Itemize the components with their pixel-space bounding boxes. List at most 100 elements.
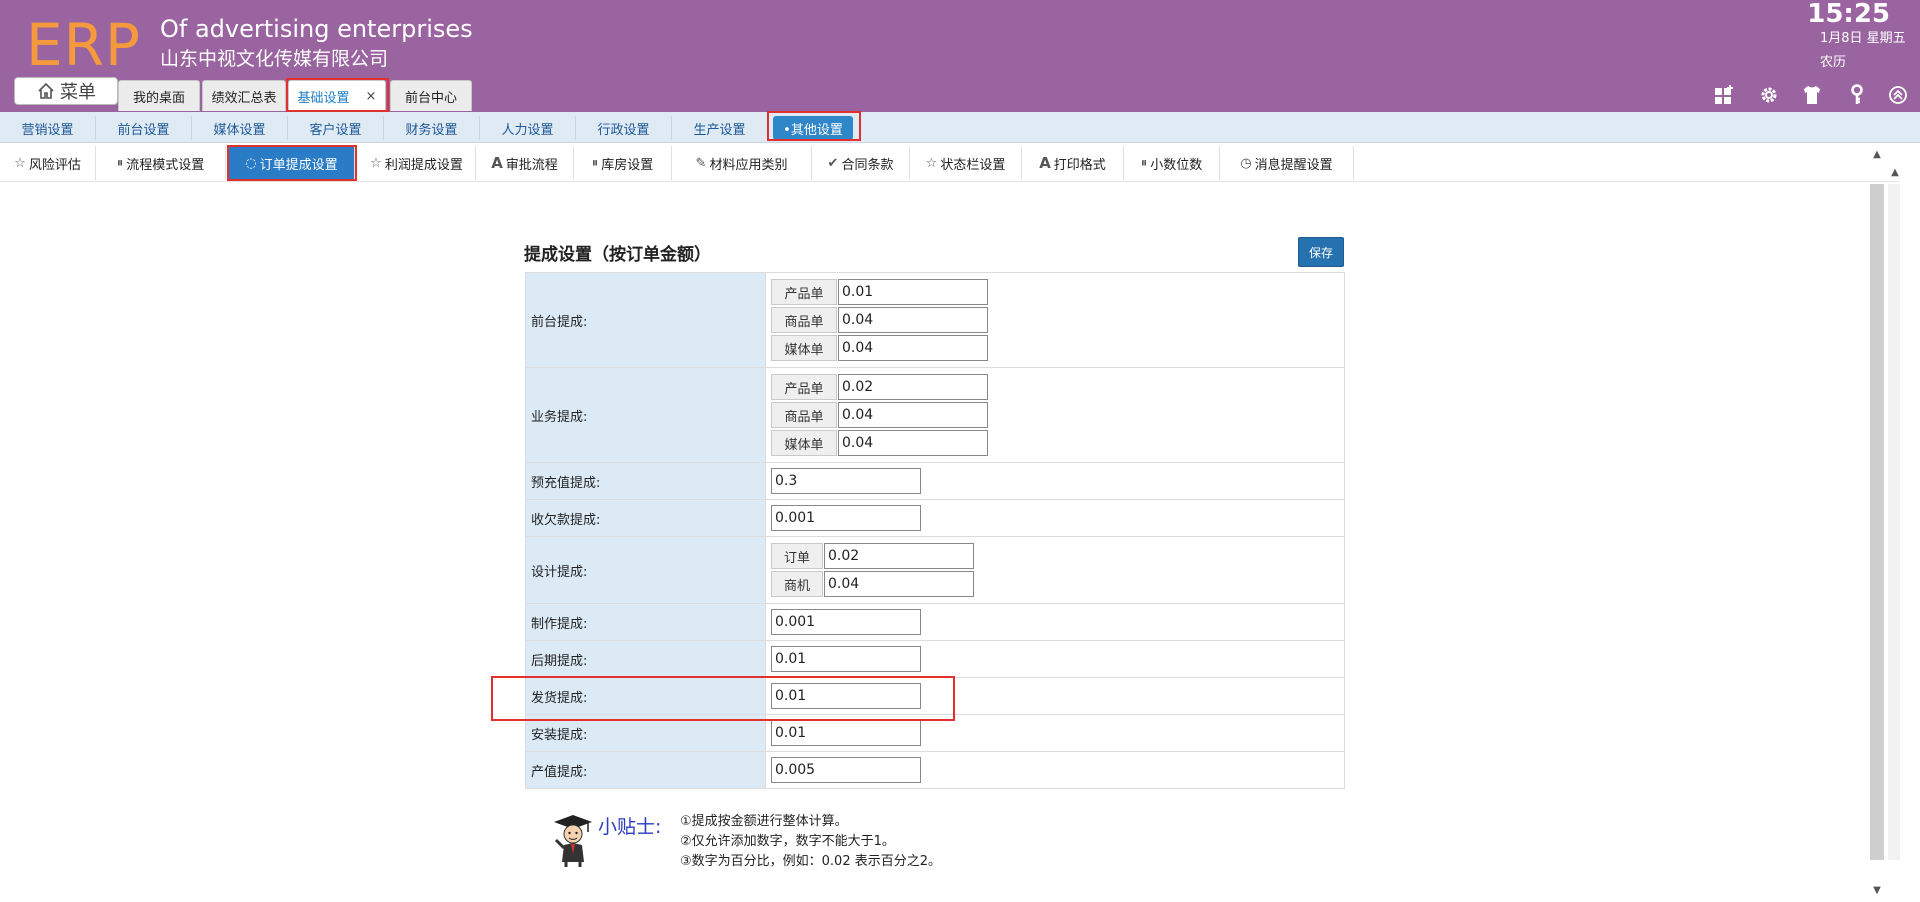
tab-label: 前台中心 [404, 90, 457, 106]
nav-finance-settings[interactable]: 财务设置 [384, 116, 480, 140]
settings-category-nav: 营销设置 前台设置 媒体设置 客户设置 财务设置 人力设置 行政设置 生产设置 … [0, 111, 1920, 143]
subnav-contract-terms[interactable]: ✔ 合同条款 [812, 146, 910, 180]
tab-label: 绩效汇总表 [211, 90, 277, 106]
row-label: 前台提成: [525, 272, 766, 368]
business-goods-input[interactable] [838, 402, 988, 428]
subnav-label: 审批流程 [505, 157, 558, 173]
nav-other-settings[interactable]: •其他设置 [773, 116, 853, 140]
subnav-process-mode-settings[interactable]: ⏸ 流程模式设置 [96, 146, 226, 180]
subnav-label: 小数位数 [1150, 157, 1203, 173]
collapse-up-icon[interactable] [1887, 84, 1909, 106]
shirt-icon[interactable] [1801, 84, 1823, 106]
home-icon [38, 82, 54, 99]
other-settings-subnav: ☆ 风险评估 ⏸ 流程模式设置 ◌ 订单提成设置 ☆ 利润提成设置 A 审批流程 ⏸ 库房设… [0, 144, 1900, 182]
nav-front-desk-settings[interactable]: 前台设置 [96, 116, 192, 140]
post-input[interactable] [771, 646, 921, 672]
scrollbar-thumb[interactable] [1870, 184, 1884, 860]
nav-marketing-settings[interactable]: 营销设置 [0, 116, 96, 140]
lunar-calendar-link[interactable]: 农历 [1820, 54, 1846, 72]
subnav-decimal-places[interactable]: ⏸ 小数位数 [1124, 146, 1220, 180]
install-input[interactable] [771, 720, 921, 746]
tip-line: ②仅允许添加数字，数字不能大于1。 [680, 834, 895, 849]
scroll-up-icon-inner[interactable]: ▲ [1888, 166, 1902, 180]
subnav-message-reminder-settings[interactable]: ◷ 消息提醒设置 [1220, 146, 1354, 180]
subnav-risk-assessment[interactable]: ☆ 风险评估 [0, 146, 96, 180]
front-media-input[interactable] [838, 335, 988, 361]
sub-tag: 媒体单 [771, 335, 837, 361]
subnav-status-bar-settings[interactable]: ☆ 状态栏设置 [910, 146, 1022, 180]
font-icon: A [491, 154, 503, 172]
main-menu-button[interactable]: 菜单 [14, 77, 118, 105]
nav-media-settings[interactable]: 媒体设置 [192, 116, 288, 140]
scroll-up-icon[interactable]: ▲ [1870, 148, 1884, 162]
production-input[interactable] [771, 609, 921, 635]
subnav-order-commission-settings[interactable]: ◌ 订单提成设置 [229, 146, 355, 180]
subnav-label: 订单提成设置 [259, 157, 338, 173]
row-label: 安装提成: [525, 714, 766, 752]
subnav-warehouse-settings[interactable]: ⏸ 库房设置 [574, 146, 672, 180]
subnav-label: 状态栏设置 [940, 157, 1006, 173]
subnav-label: 打印格式 [1053, 157, 1106, 173]
subnav-profit-commission-settings[interactable]: ☆ 利润提成设置 [358, 146, 476, 180]
row-front-commission: 前台提成: 产品单 商品单 媒体单 [525, 272, 1345, 368]
sub-tag: 商品单 [771, 307, 837, 333]
row-label: 预充值提成: [525, 462, 766, 500]
row-prepaid-commission: 预充值提成: [525, 462, 1345, 500]
pencil-icon: ✎ [695, 155, 707, 171]
company-name-en: Of advertising enterprises [160, 15, 473, 43]
gear-icon[interactable] [1758, 84, 1780, 106]
row-arrears-commission: 收欠款提成: [525, 499, 1345, 537]
nav-hr-settings[interactable]: 人力设置 [480, 116, 576, 140]
apps-grid-icon[interactable] [1713, 84, 1735, 106]
company-name-cn: 山东中视文化传媒有限公司 [160, 48, 389, 70]
scroll-down-icon[interactable]: ▼ [1870, 884, 1884, 898]
row-business-commission: 业务提成: 产品单 商品单 媒体单 [525, 367, 1345, 463]
row-label: 业务提成: [525, 367, 766, 463]
graduate-mascot-icon [550, 812, 596, 868]
nav-admin-settings[interactable]: 行政设置 [576, 116, 672, 140]
sub-tag: 产品单 [771, 374, 837, 400]
close-tab-icon[interactable]: × [366, 89, 377, 104]
clock-date: 1月8日 星期五 [1820, 31, 1906, 46]
nav-production-settings[interactable]: 生产设置 [672, 116, 768, 140]
star-icon: ☆ [370, 155, 382, 171]
row-label: 设计提成: [525, 536, 766, 604]
row-production-commission: 制作提成: [525, 603, 1345, 641]
pause-circle-icon: ⏸ [116, 155, 124, 171]
tab-performance-summary[interactable]: 绩效汇总表 [202, 80, 286, 111]
front-product-input[interactable] [838, 279, 988, 305]
tab-label: 基础设置 [297, 90, 350, 106]
vertical-scrollbar[interactable]: ▲ ▲ ▼ [1868, 144, 1902, 902]
tip-line: ①提成按金额进行整体计算。 [680, 814, 848, 829]
row-shipping-commission: 发货提成: [525, 677, 1345, 715]
row-label: 制作提成: [525, 603, 766, 641]
subnav-label: 材料应用类别 [709, 157, 788, 173]
tab-basic-settings[interactable]: 基础设置 × [288, 80, 386, 111]
nav-customer-settings[interactable]: 客户设置 [288, 116, 384, 140]
erp-logo: ERP [26, 11, 141, 79]
shipping-input[interactable] [771, 683, 921, 709]
tab-label: 我的桌面 [132, 90, 185, 106]
business-media-input[interactable] [838, 430, 988, 456]
row-label: 后期提成: [525, 640, 766, 678]
subnav-print-format[interactable]: A 打印格式 [1022, 146, 1124, 180]
row-design-commission: 设计提成: 订单 商机 [525, 536, 1345, 604]
arrears-input[interactable] [771, 505, 921, 531]
check-icon: ✔ [827, 155, 839, 171]
design-opportunity-input[interactable] [824, 571, 974, 597]
subnav-material-categories[interactable]: ✎ 材料应用类别 [672, 146, 812, 180]
panel-title: 提成设置（按订单金额） [524, 245, 711, 265]
font-icon: A [1039, 154, 1051, 172]
tab-my-desktop[interactable]: 我的桌面 [118, 80, 200, 111]
scrollbar-track[interactable] [1888, 184, 1900, 860]
save-button[interactable]: 保存 [1298, 237, 1344, 267]
subnav-label: 合同条款 [841, 157, 894, 173]
subnav-approval-process[interactable]: A 审批流程 [476, 146, 574, 180]
prepaid-input[interactable] [771, 468, 921, 494]
front-goods-input[interactable] [838, 307, 988, 333]
output-input[interactable] [771, 757, 921, 783]
key-icon[interactable] [1846, 84, 1868, 106]
design-order-input[interactable] [824, 543, 974, 569]
business-product-input[interactable] [838, 374, 988, 400]
tab-front-desk-center[interactable]: 前台中心 [390, 80, 472, 111]
